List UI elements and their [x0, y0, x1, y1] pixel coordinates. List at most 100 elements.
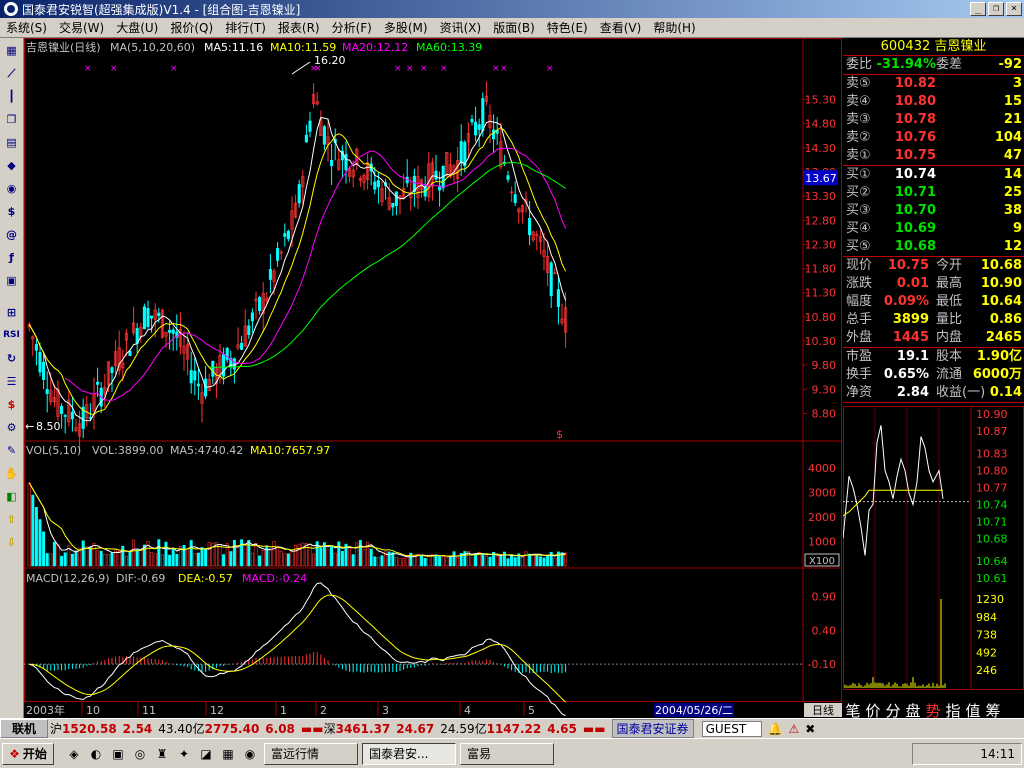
window-split-icon[interactable]: ⊞ — [3, 304, 20, 321]
volume-bar — [135, 549, 139, 567]
tab-minute[interactable]: 分 — [883, 700, 903, 720]
menu-view[interactable]: 查看(V) — [594, 19, 648, 36]
task-guotai[interactable]: 国泰君安... — [362, 742, 456, 765]
close-button[interactable]: × — [1006, 2, 1022, 16]
quicklaunch-icon-2[interactable]: ◐ — [86, 744, 106, 764]
sell-label: 卖⑤ — [846, 76, 871, 91]
tab-board[interactable]: 盘 — [903, 700, 923, 720]
candle-body — [283, 233, 287, 237]
menu-multi-stock[interactable]: 多股(M) — [378, 19, 434, 36]
line-chart-icon[interactable]: ⟋ — [3, 65, 20, 82]
volume-bar — [448, 556, 452, 567]
menu-help[interactable]: 帮助(H) — [647, 19, 701, 36]
sell-row[interactable]: 卖② 10.76 104 — [843, 129, 1024, 147]
tab-index[interactable]: 指 — [943, 700, 963, 720]
rsi-icon[interactable]: RSI — [3, 327, 20, 344]
calculator-icon[interactable]: ▣ — [3, 272, 20, 289]
candle-body — [344, 154, 348, 171]
fundamental-row: 换手 0.65% 流通 6000万 — [843, 366, 1024, 384]
sh-extra: 6.08 — [265, 721, 295, 736]
broker-name[interactable]: 国泰君安证券 — [611, 719, 694, 738]
at-icon[interactable]: @ — [3, 226, 20, 243]
start-button[interactable]: ❖ 开始 — [2, 742, 54, 765]
quicklaunch-icon-4[interactable]: ◎ — [130, 744, 150, 764]
buy-row[interactable]: 买④ 10.69 9 — [843, 220, 1024, 238]
buy-row[interactable]: 买① 10.74 14 — [843, 166, 1024, 184]
mini-vol-label: 1230 — [976, 593, 1004, 606]
grid-icon[interactable]: ▦ — [3, 42, 20, 59]
sell-row[interactable]: 卖⑤ 10.82 3 — [843, 75, 1024, 93]
clock[interactable]: 14:11 — [980, 747, 1015, 761]
quicklaunch-icon-5[interactable]: ♜ — [152, 744, 172, 764]
globe-icon[interactable]: ◉ — [3, 180, 20, 197]
vol-unit: X100 — [809, 556, 835, 567]
menu-ranking[interactable]: 排行(T) — [219, 19, 272, 36]
tab-trend[interactable]: 势 — [923, 700, 943, 720]
windows-icon[interactable]: ❐ — [3, 111, 20, 128]
updown-bar-icon-2: ▬▬ — [582, 721, 606, 736]
menu-market[interactable]: 大盘(U) — [110, 19, 164, 36]
menu-system[interactable]: 系统(S) — [0, 19, 53, 36]
candle-body — [391, 202, 395, 208]
buy-row[interactable]: 买② 10.71 25 — [843, 184, 1024, 202]
dollar-icon[interactable]: $ — [3, 396, 20, 413]
quicklaunch-icon-9[interactable]: ◉ — [240, 744, 260, 764]
buy-row[interactable]: 买③ 10.70 38 — [843, 202, 1024, 220]
task-fuyuan[interactable]: 富远行情 — [264, 742, 358, 765]
arrow-up-icon[interactable]: ⇧ — [3, 511, 20, 528]
tab-value[interactable]: 值 — [963, 700, 983, 720]
hand-icon[interactable]: ✋ — [3, 465, 20, 482]
tab-trades[interactable]: 笔 — [843, 700, 863, 720]
table-icon[interactable]: ▤ — [3, 134, 20, 151]
quicklaunch-icon-6[interactable]: ✦ — [174, 744, 194, 764]
task-fuyi[interactable]: 富易 — [460, 742, 554, 765]
volume-bar — [470, 557, 474, 567]
stock-header[interactable]: 600432 吉恩镍业 — [843, 38, 1024, 56]
connection-status[interactable]: 联机 — [0, 719, 48, 738]
tools-icon[interactable]: ⚙ — [3, 419, 20, 436]
alarm-icon[interactable]: 🔔 — [768, 722, 783, 736]
intraday-mini-chart[interactable]: 10.90 10.87 10.83 10.80 10.77 10.74 10.71 10.68… — [843, 406, 1024, 690]
menu-info[interactable]: 资讯(X) — [434, 19, 488, 36]
tab-chips[interactable]: 筹 — [983, 700, 1003, 720]
volume-bar — [542, 557, 546, 567]
tray-x-icon[interactable]: ✖ — [805, 722, 815, 736]
function-icon[interactable]: ƒ — [3, 249, 20, 266]
menu-feature[interactable]: 特色(E) — [541, 19, 594, 36]
kline-icon[interactable]: ┃ — [3, 88, 20, 105]
quicklaunch-icon-7[interactable]: ◪ — [196, 744, 216, 764]
minimize-button[interactable]: _ — [970, 2, 986, 16]
arrow-down-icon[interactable]: ⇩ — [3, 534, 20, 551]
menu-trade[interactable]: 交易(W) — [53, 19, 110, 36]
refresh-icon[interactable]: ↻ — [3, 350, 20, 367]
buy-row[interactable]: 买⑤ 10.68 12 — [843, 238, 1024, 256]
quicklaunch-icon-8[interactable]: ▦ — [218, 744, 238, 764]
sell-row[interactable]: 卖④ 10.80 15 — [843, 93, 1024, 111]
user-name[interactable]: GUEST — [701, 720, 762, 737]
sz-change: 24.67 — [396, 721, 435, 736]
menu-layout[interactable]: 版面(B) — [487, 19, 541, 36]
kline-chart-area[interactable]: 15.3014.8014.3013.8013.3012.8012.3011.80… — [24, 38, 842, 718]
menu-report[interactable]: 报表(R) — [272, 19, 326, 36]
panel-icon[interactable]: ◧ — [3, 488, 20, 505]
sell-row[interactable]: 卖① 10.75 47 — [843, 147, 1024, 165]
stat-label-2: 最高 — [936, 276, 963, 291]
restore-button[interactable]: ❐ — [988, 2, 1004, 16]
volume-bar — [326, 548, 330, 567]
menu-analysis[interactable]: 分析(F) — [326, 19, 378, 36]
volume-bar — [286, 553, 290, 567]
list-icon[interactable]: ☰ — [3, 373, 20, 390]
sell-row[interactable]: 卖③ 10.78 21 — [843, 111, 1024, 129]
quicklaunch-icon-3[interactable]: ▣ — [108, 744, 128, 764]
tag-icon[interactable]: ◆ — [3, 157, 20, 174]
volume-bar — [499, 555, 503, 567]
coin-icon[interactable]: $ — [3, 203, 20, 220]
menu-quote[interactable]: 报价(Q) — [164, 19, 219, 36]
tab-price[interactable]: 价 — [863, 700, 883, 720]
pen-icon[interactable]: ✎ — [3, 442, 20, 459]
volume-bar — [164, 541, 168, 567]
quicklaunch-icon-1[interactable]: ◈ — [64, 744, 84, 764]
volume-bar — [85, 546, 89, 567]
alert-icon[interactable]: ⚠ — [789, 722, 800, 736]
volume-bar — [402, 558, 406, 567]
